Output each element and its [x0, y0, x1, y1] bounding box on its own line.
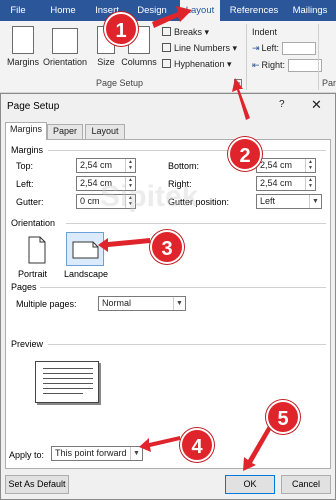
arrow-3 — [98, 238, 150, 252]
annotation-marker-5: 5 — [266, 400, 300, 434]
arrow-1 — [152, 6, 192, 28]
annotation-marker-2: 2 — [228, 137, 262, 171]
annotation-marker-1: 1 — [104, 12, 138, 46]
arrow-2 — [232, 78, 250, 120]
annotation-marker-4: 4 — [180, 428, 214, 462]
annotation-marker-3: 3 — [150, 230, 184, 264]
arrow-4 — [139, 436, 180, 452]
arrow-5 — [243, 426, 272, 471]
